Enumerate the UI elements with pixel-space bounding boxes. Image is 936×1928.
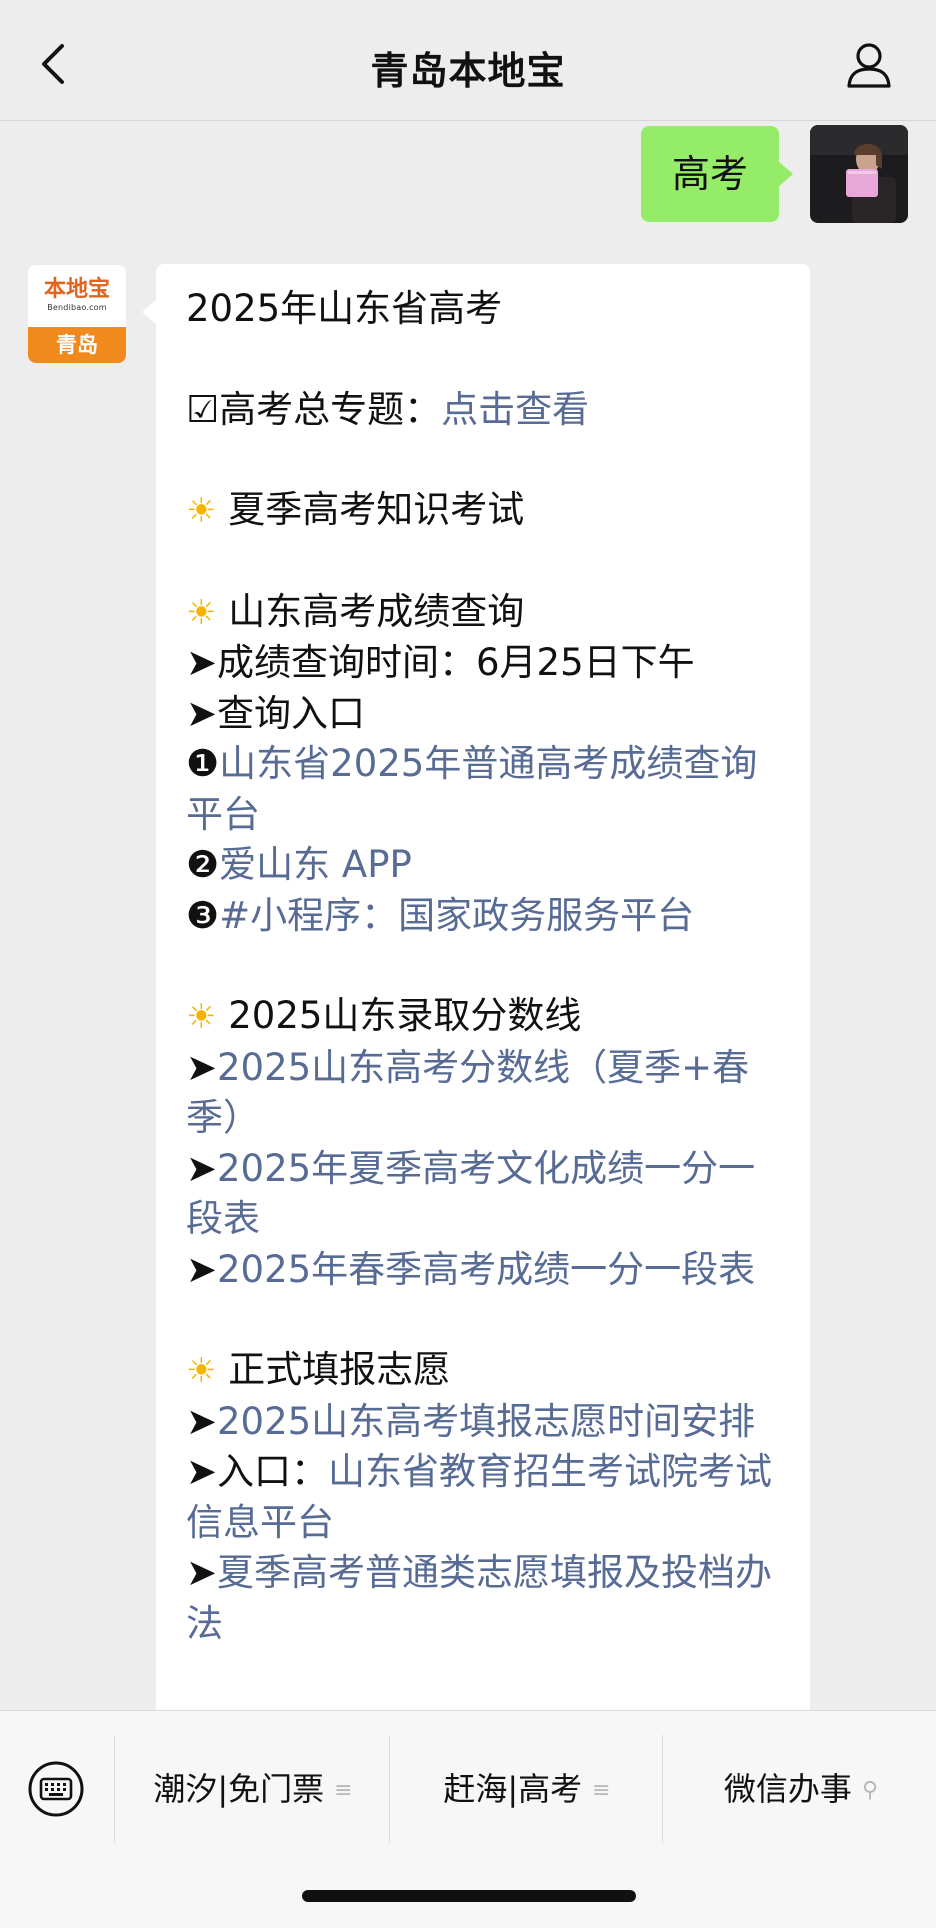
link-icon: ⚲ xyxy=(861,1778,879,1803)
entry-2-line: ❷爱山东 APP xyxy=(186,840,792,891)
entry-3-line: ❸#小程序：国家政务服务平台 xyxy=(186,891,792,942)
application-schedule-link[interactable]: 2025山东高考填报志愿时间安排 xyxy=(217,1400,755,1443)
link-a-line: ➤2025山东高考分数线（夏季+春季） xyxy=(186,1043,792,1144)
menu-divider xyxy=(114,1735,115,1843)
menu-item-wechat-services[interactable]: 微信办事 ⚲ xyxy=(666,1759,936,1819)
menu-item-wechat-services-label: 微信办事 xyxy=(723,1770,852,1808)
link-c-line: ➤2025年春季高考成绩一分一段表 xyxy=(186,1245,792,1296)
message-body: 2025年山东省高考 ☑高考总专题：点击查看 ☀ 夏季高考知识考试 ☀ 山东高考… xyxy=(186,284,792,1649)
menu-divider xyxy=(662,1735,663,1843)
entry-3-number: ❸ xyxy=(186,893,220,937)
entry-3-link[interactable]: #小程序：国家政务服务平台 xyxy=(219,894,694,937)
section-heading-1: ☀ 夏季高考知识考试 xyxy=(186,485,792,537)
chat-title: 青岛本地宝 xyxy=(370,49,566,93)
message-title: 2025年山东省高考 xyxy=(186,287,503,330)
logo-city: 青岛 xyxy=(28,327,126,363)
entry-4-line: ➤入口：山东省教育招生考试院考试信息平台 xyxy=(186,1447,792,1548)
arrow-icon: ➤ xyxy=(186,1399,218,1443)
sun-icon: ☀ xyxy=(186,491,217,531)
section-text-1: 夏季高考知识考试 xyxy=(228,488,525,531)
section-heading-2: ☀ 山东高考成绩查询 xyxy=(186,587,792,639)
section-heading-4: ☀ 正式填报志愿 xyxy=(186,1345,792,1397)
score-line-link[interactable]: 2025山东高考分数线（夏季+春季） xyxy=(186,1046,749,1140)
outgoing-message-bubble[interactable]: 高考 xyxy=(640,126,794,222)
arrow-icon: ➤ xyxy=(186,1045,218,1089)
arrow-icon: ➤ xyxy=(186,1146,218,1190)
application-method-link[interactable]: 夏季高考普通类志愿填报及投档办法 xyxy=(186,1551,772,1645)
link-d-line: ➤2025山东高考填报志愿时间安排 xyxy=(186,1397,792,1448)
score-time-line: ➤成绩查询时间：6月25日下午 xyxy=(186,641,695,684)
entry-1-line: ❶山东省2025年普通高考成绩查询平台 xyxy=(186,739,792,840)
bendibao-logo: 本地宝 Bendibao.com xyxy=(28,265,126,327)
section-text-4: 正式填报志愿 xyxy=(228,1348,451,1391)
outgoing-message-text: 高考 xyxy=(671,152,748,196)
submenu-icon: ≡ xyxy=(334,1778,353,1803)
profile-icon[interactable] xyxy=(844,40,894,90)
menu-item-tide-label: 潮汐|免门票 xyxy=(153,1770,325,1808)
menu-item-gaokao[interactable]: 赶海|高考 ≡ xyxy=(392,1759,662,1819)
sun-icon: ☀ xyxy=(186,592,217,633)
spring-rank-table-link[interactable]: 2025年春季高考成绩一分一段表 xyxy=(217,1248,755,1291)
menu-divider xyxy=(389,1735,390,1843)
section-heading-3: ☀ 2025山东录取分数线 xyxy=(186,991,792,1043)
link-b-line: ➤2025年夏季高考文化成绩一分一段表 xyxy=(186,1144,792,1245)
link-f-line: ➤夏季高考普通类志愿填报及投档办法 xyxy=(186,1548,792,1649)
section-text-2: 山东高考成绩查询 xyxy=(228,589,525,633)
entry-label-line: ➤查询入口 xyxy=(186,691,366,735)
arrow-icon: ➤ xyxy=(186,1247,218,1291)
summer-rank-table-link[interactable]: 2025年夏季高考文化成绩一分一段表 xyxy=(186,1147,755,1241)
logo-url: Bendibao.com xyxy=(47,303,107,312)
user-avatar[interactable] xyxy=(810,125,908,223)
logo-text: 本地宝 xyxy=(43,276,110,302)
incoming-message-bubble: 2025年山东省高考 ☑高考总专题：点击查看 ☀ 夏季高考知识考试 ☀ 山东高考… xyxy=(142,264,810,1824)
menu-item-tide[interactable]: 潮汐|免门票 ≡ xyxy=(118,1759,388,1819)
official-account-avatar[interactable]: 本地宝 Bendibao.com 青岛 xyxy=(28,265,126,363)
entry-2-link[interactable]: 爱山东 APP xyxy=(219,843,412,886)
entry-4-prefix: ➤入口： xyxy=(186,1450,329,1493)
arrow-icon: ➤ xyxy=(186,1551,218,1594)
user-avatar-image xyxy=(810,125,908,223)
section-text-3: 2025山东录取分数线 xyxy=(228,994,582,1037)
entry-1-link[interactable]: 山东省2025年普通高考成绩查询平台 xyxy=(186,742,757,836)
keyboard-toggle-icon[interactable] xyxy=(28,1761,84,1817)
topic-line: ☑高考总专题：点击查看 xyxy=(186,385,792,436)
submenu-icon: ≡ xyxy=(592,1778,611,1803)
home-indicator[interactable] xyxy=(302,1890,636,1902)
sun-icon: ☀ xyxy=(186,997,217,1037)
entry-2-number: ❷ xyxy=(186,843,220,886)
sun-icon: ☀ xyxy=(186,1351,217,1391)
menu-item-gaokao-label: 赶海|高考 xyxy=(443,1770,583,1808)
topic-link[interactable]: 点击查看 xyxy=(441,388,589,431)
top-nav-bar: 青岛本地宝 xyxy=(0,0,936,121)
topic-prefix: ☑高考总专题： xyxy=(186,387,442,431)
entry-1-number: ❶ xyxy=(186,742,220,785)
